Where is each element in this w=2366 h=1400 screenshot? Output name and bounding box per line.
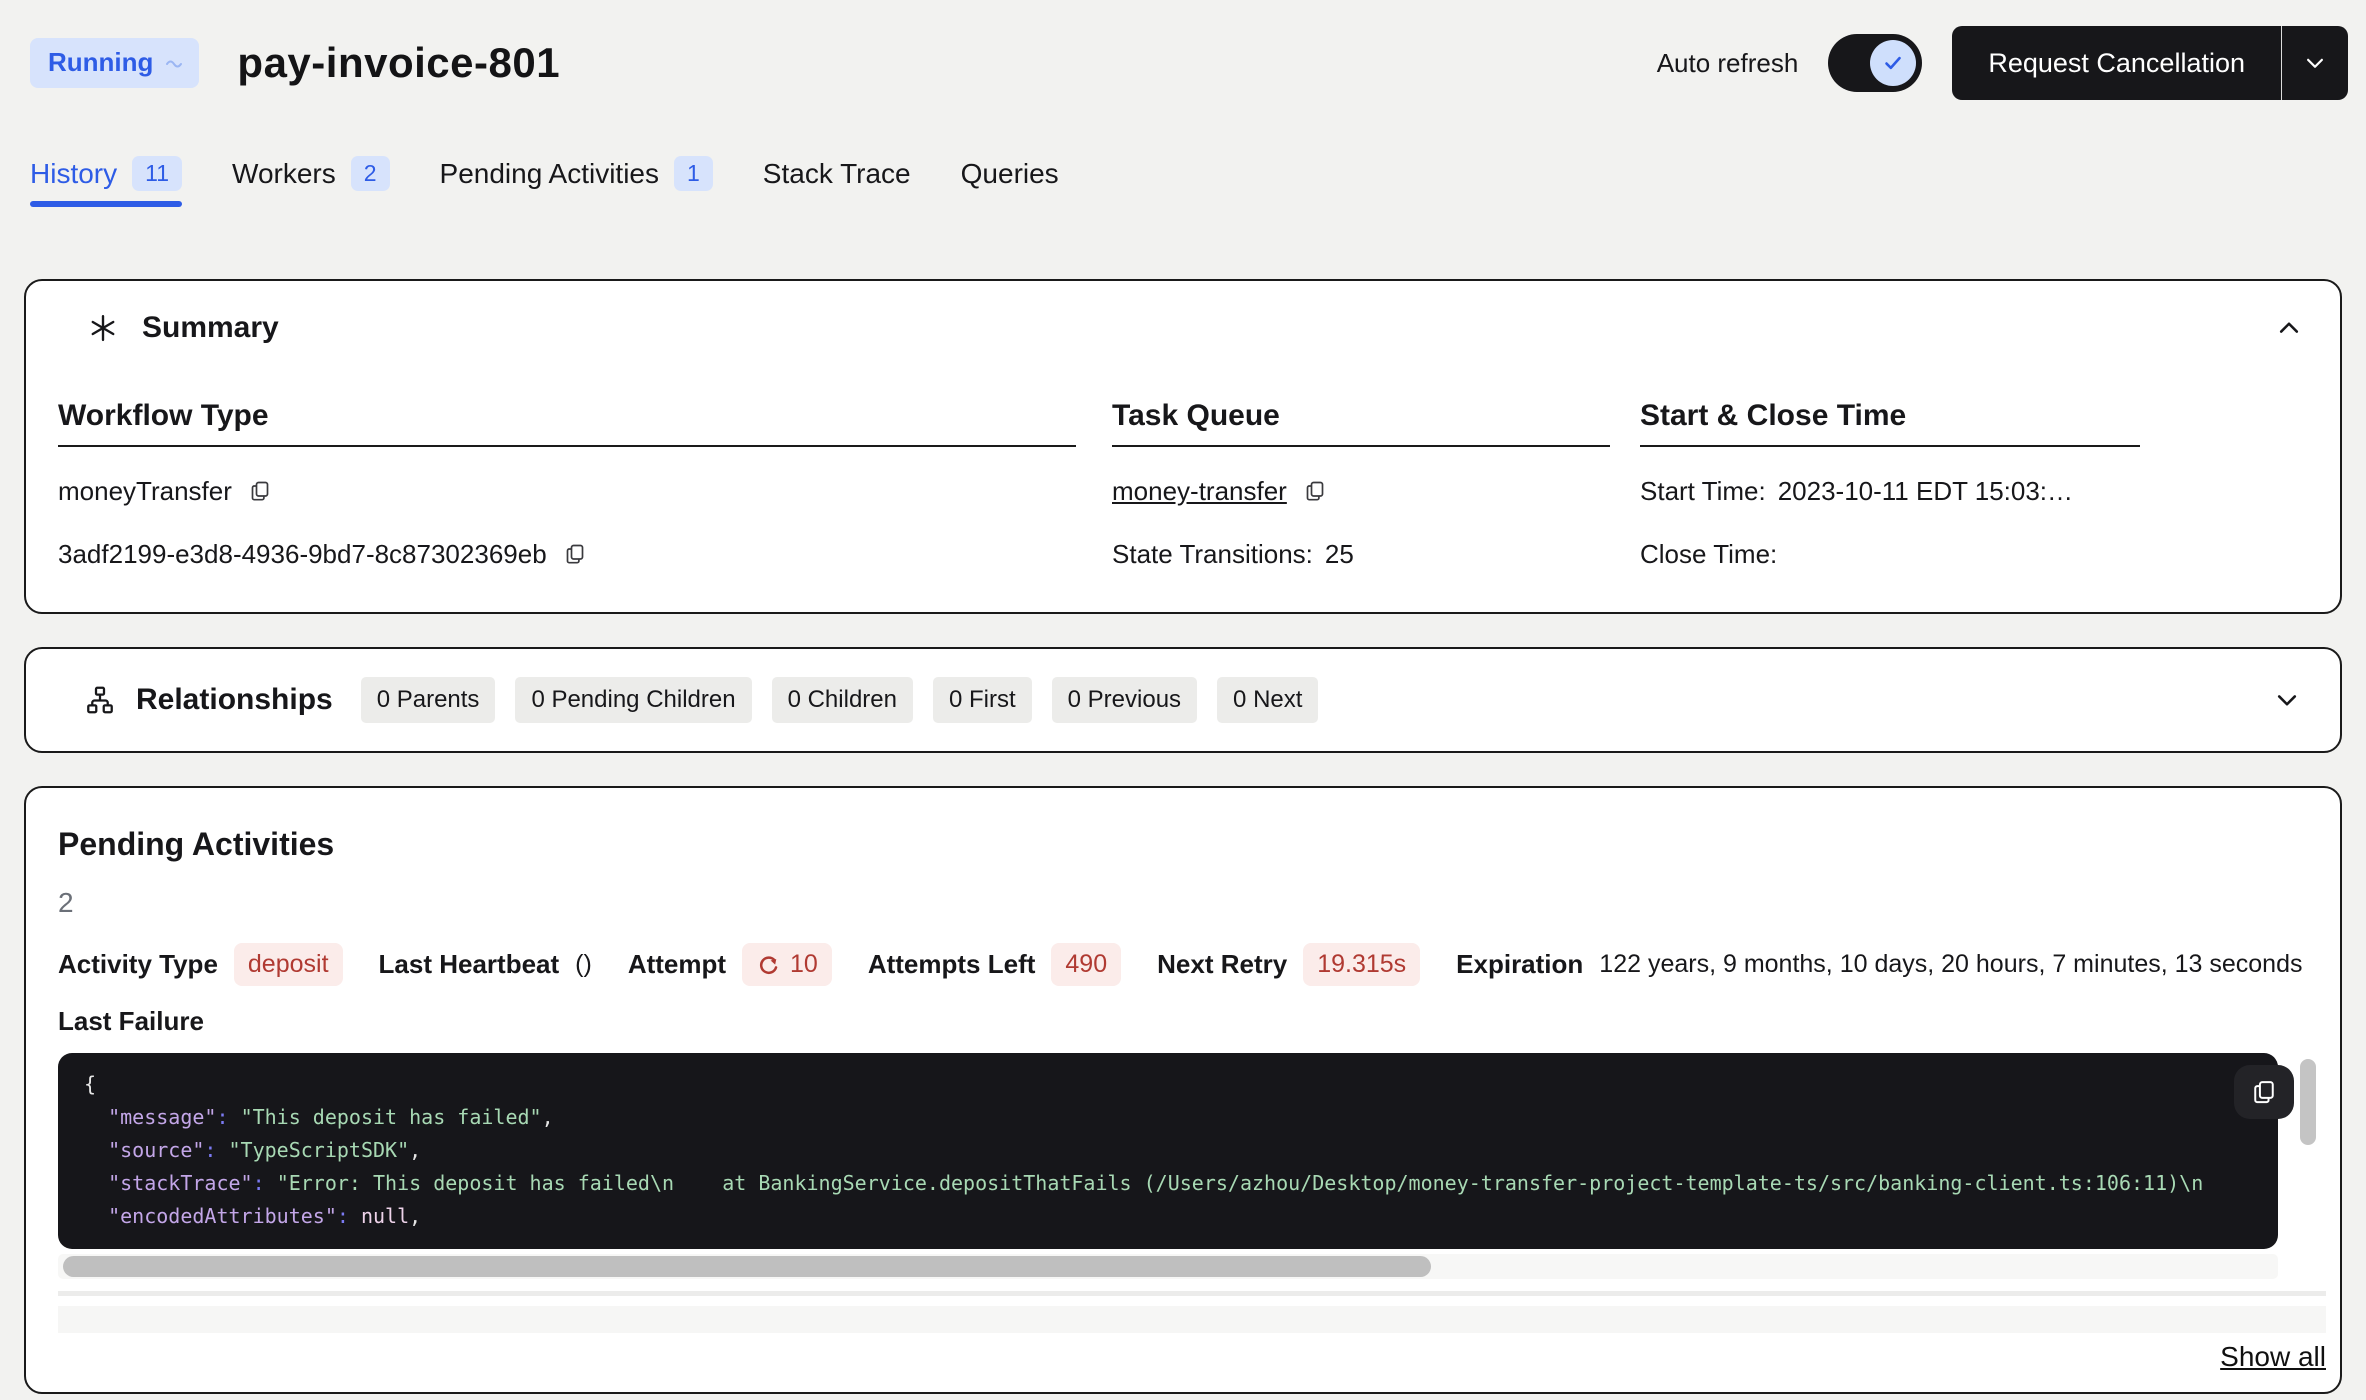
tab-queries[interactable]: Queries — [961, 158, 1059, 206]
pending-activities-card: Pending Activities 2 Activity Type deposi… — [24, 786, 2342, 1394]
page-title: pay-invoice-801 — [237, 39, 560, 87]
task-queue-column: Task Queue money-transfer State Transiti… — [1112, 399, 1610, 573]
summary-card: Summary Workflow Type moneyTransfer 3adf… — [24, 279, 2342, 614]
state-transitions-value: 25 — [1325, 539, 1354, 570]
pending-fields-row: Activity Type deposit Last Heartbeat () Atte… — [58, 943, 2318, 986]
show-all-row: Show all — [58, 1341, 2326, 1373]
field-value: 19.315s — [1303, 943, 1420, 986]
hierarchy-icon — [84, 684, 116, 716]
tab-count-badge: 2 — [351, 156, 390, 191]
summary-collapse-button[interactable] — [2272, 311, 2306, 345]
tab-label: Pending Activities — [440, 158, 659, 190]
chevron-down-icon — [2270, 683, 2304, 717]
field-value: 490 — [1051, 943, 1121, 986]
auto-refresh-label: Auto refresh — [1657, 48, 1799, 79]
field-value: 122 years, 9 months, 10 days, 20 hours, … — [1599, 950, 2302, 979]
field-label: Expiration — [1456, 949, 1583, 980]
close-time-label: Close Time: — [1640, 539, 1777, 570]
pending-activities-count: 2 — [58, 887, 2326, 919]
start-time-label: Start Time: — [1640, 476, 1766, 507]
relationships-card[interactable]: Relationships 0 Parents 0 Pending Childre… — [24, 647, 2342, 753]
relationship-chip-0-first: 0 First — [933, 677, 1032, 723]
tab-workers[interactable]: Workers 2 — [232, 156, 390, 207]
tab-label: Queries — [961, 158, 1059, 190]
relationships-expand-button[interactable] — [2270, 683, 2304, 717]
cancellation-split-button: Request Cancellation — [1952, 26, 2348, 100]
relationship-chip-0-next: 0 Next — [1217, 677, 1318, 723]
tab-count-badge: 1 — [674, 156, 713, 191]
status-badge-label: Running — [48, 47, 153, 78]
tab-label: History — [30, 158, 117, 190]
horizontal-scrollbar-track — [58, 1254, 2278, 1279]
tab-label: Workers — [232, 158, 336, 190]
check-icon — [1880, 50, 1906, 76]
last-failure-label: Last Failure — [58, 1006, 2326, 1037]
status-badge: Running — [30, 38, 199, 88]
top-bar-actions: Auto refresh Request Cancellation — [1657, 26, 2348, 100]
chevron-up-icon — [2272, 311, 2306, 345]
start-time-value: 2023-10-11 EDT 15:03:… — [1778, 476, 2073, 507]
time-column: Start & Close Time Start Time: 2023-10-1… — [1640, 399, 2140, 573]
asterisk-icon — [88, 313, 118, 343]
tab-stack-trace[interactable]: Stack Trace — [763, 158, 911, 206]
toggle-knob — [1870, 40, 1916, 86]
pending-row-divider — [58, 1291, 2326, 1296]
task-queue-header: Task Queue — [1112, 399, 1610, 447]
summary-columns: Workflow Type moneyTransfer 3adf2199-e3d… — [26, 345, 2340, 573]
field-activity-type: Activity Type deposit — [58, 943, 343, 986]
state-transitions-label: State Transitions: — [1112, 539, 1313, 570]
chevron-down-icon — [2300, 48, 2330, 78]
summary-title: Summary — [142, 311, 279, 345]
top-bar: Running pay-invoice-801 Auto refresh Req… — [0, 0, 2366, 100]
status-pulse-icon — [165, 57, 183, 69]
field-expiration: Expiration 122 years, 9 months, 10 days, … — [1456, 949, 2302, 980]
tab-bar: History 11 Workers 2 Pending Activities 1 Stac… — [30, 156, 2366, 207]
show-all-link[interactable]: Show all — [2220, 1341, 2326, 1373]
pending-row-stripe — [58, 1306, 2326, 1333]
field-label: Activity Type — [58, 949, 218, 980]
run-id-copy-button[interactable] — [563, 542, 587, 566]
relationship-chip-0-previous: 0 Previous — [1052, 677, 1197, 723]
workflow-type-header: Workflow Type — [58, 399, 1076, 447]
field-label: Attempts Left — [868, 949, 1036, 980]
field-value: 10 — [742, 943, 832, 986]
workflow-type-copy-button[interactable] — [248, 479, 272, 503]
time-header: Start & Close Time — [1640, 399, 2140, 447]
field-last-heartbeat: Last Heartbeat () — [379, 949, 592, 980]
relationship-badges: 0 Parents 0 Pending Children 0 Children 0 F… — [361, 677, 1319, 723]
field-next-retry: Next Retry 19.315s — [1157, 943, 1420, 986]
summary-header: Summary — [26, 281, 2340, 345]
horizontal-scrollbar-thumb[interactable] — [63, 1256, 1431, 1277]
field-value: deposit — [234, 943, 343, 986]
failure-copy-button[interactable] — [2234, 1065, 2294, 1119]
field-value: () — [575, 950, 592, 979]
tab-count-badge: 11 — [132, 156, 182, 191]
relationship-chip-0-children: 0 Children — [772, 677, 913, 723]
cancellation-menu-button[interactable] — [2282, 26, 2348, 100]
field-label: Next Retry — [1157, 949, 1287, 980]
task-queue-link[interactable]: money-transfer — [1112, 476, 1287, 507]
tab-label: Stack Trace — [763, 158, 911, 190]
copy-icon — [2250, 1078, 2278, 1106]
vertical-scrollbar-thumb[interactable] — [2300, 1059, 2316, 1145]
tab-pending-activities[interactable]: Pending Activities 1 — [440, 156, 713, 207]
run-id-value: 3adf2199-e3d8-4936-9bd7-8c87302369eb — [58, 539, 547, 570]
field-label: Last Heartbeat — [379, 949, 560, 980]
task-queue-copy-button[interactable] — [1303, 479, 1327, 503]
relationship-chip-0-parents: 0 Parents — [361, 677, 496, 723]
retry-icon — [756, 952, 782, 978]
relationship-chip-0-pending-children: 0 Pending Children — [515, 677, 751, 723]
last-failure-code-area: { "message": "This deposit has failed", … — [58, 1053, 2278, 1249]
relationships-title: Relationships — [136, 683, 333, 717]
field-attempts-left: Attempts Left 490 — [868, 943, 1121, 986]
tab-history[interactable]: History 11 — [30, 156, 182, 207]
pending-activities-title: Pending Activities — [58, 826, 2326, 863]
auto-refresh-toggle[interactable] — [1828, 34, 1922, 92]
request-cancellation-button[interactable]: Request Cancellation — [1952, 26, 2281, 100]
failure-code: { "message": "This deposit has failed", … — [58, 1053, 2278, 1249]
workflow-type-column: Workflow Type moneyTransfer 3adf2199-e3d… — [58, 399, 1076, 573]
field-label: Attempt — [628, 949, 726, 980]
workflow-type-value: moneyTransfer — [58, 476, 232, 507]
field-attempt: Attempt 10 — [628, 943, 832, 986]
